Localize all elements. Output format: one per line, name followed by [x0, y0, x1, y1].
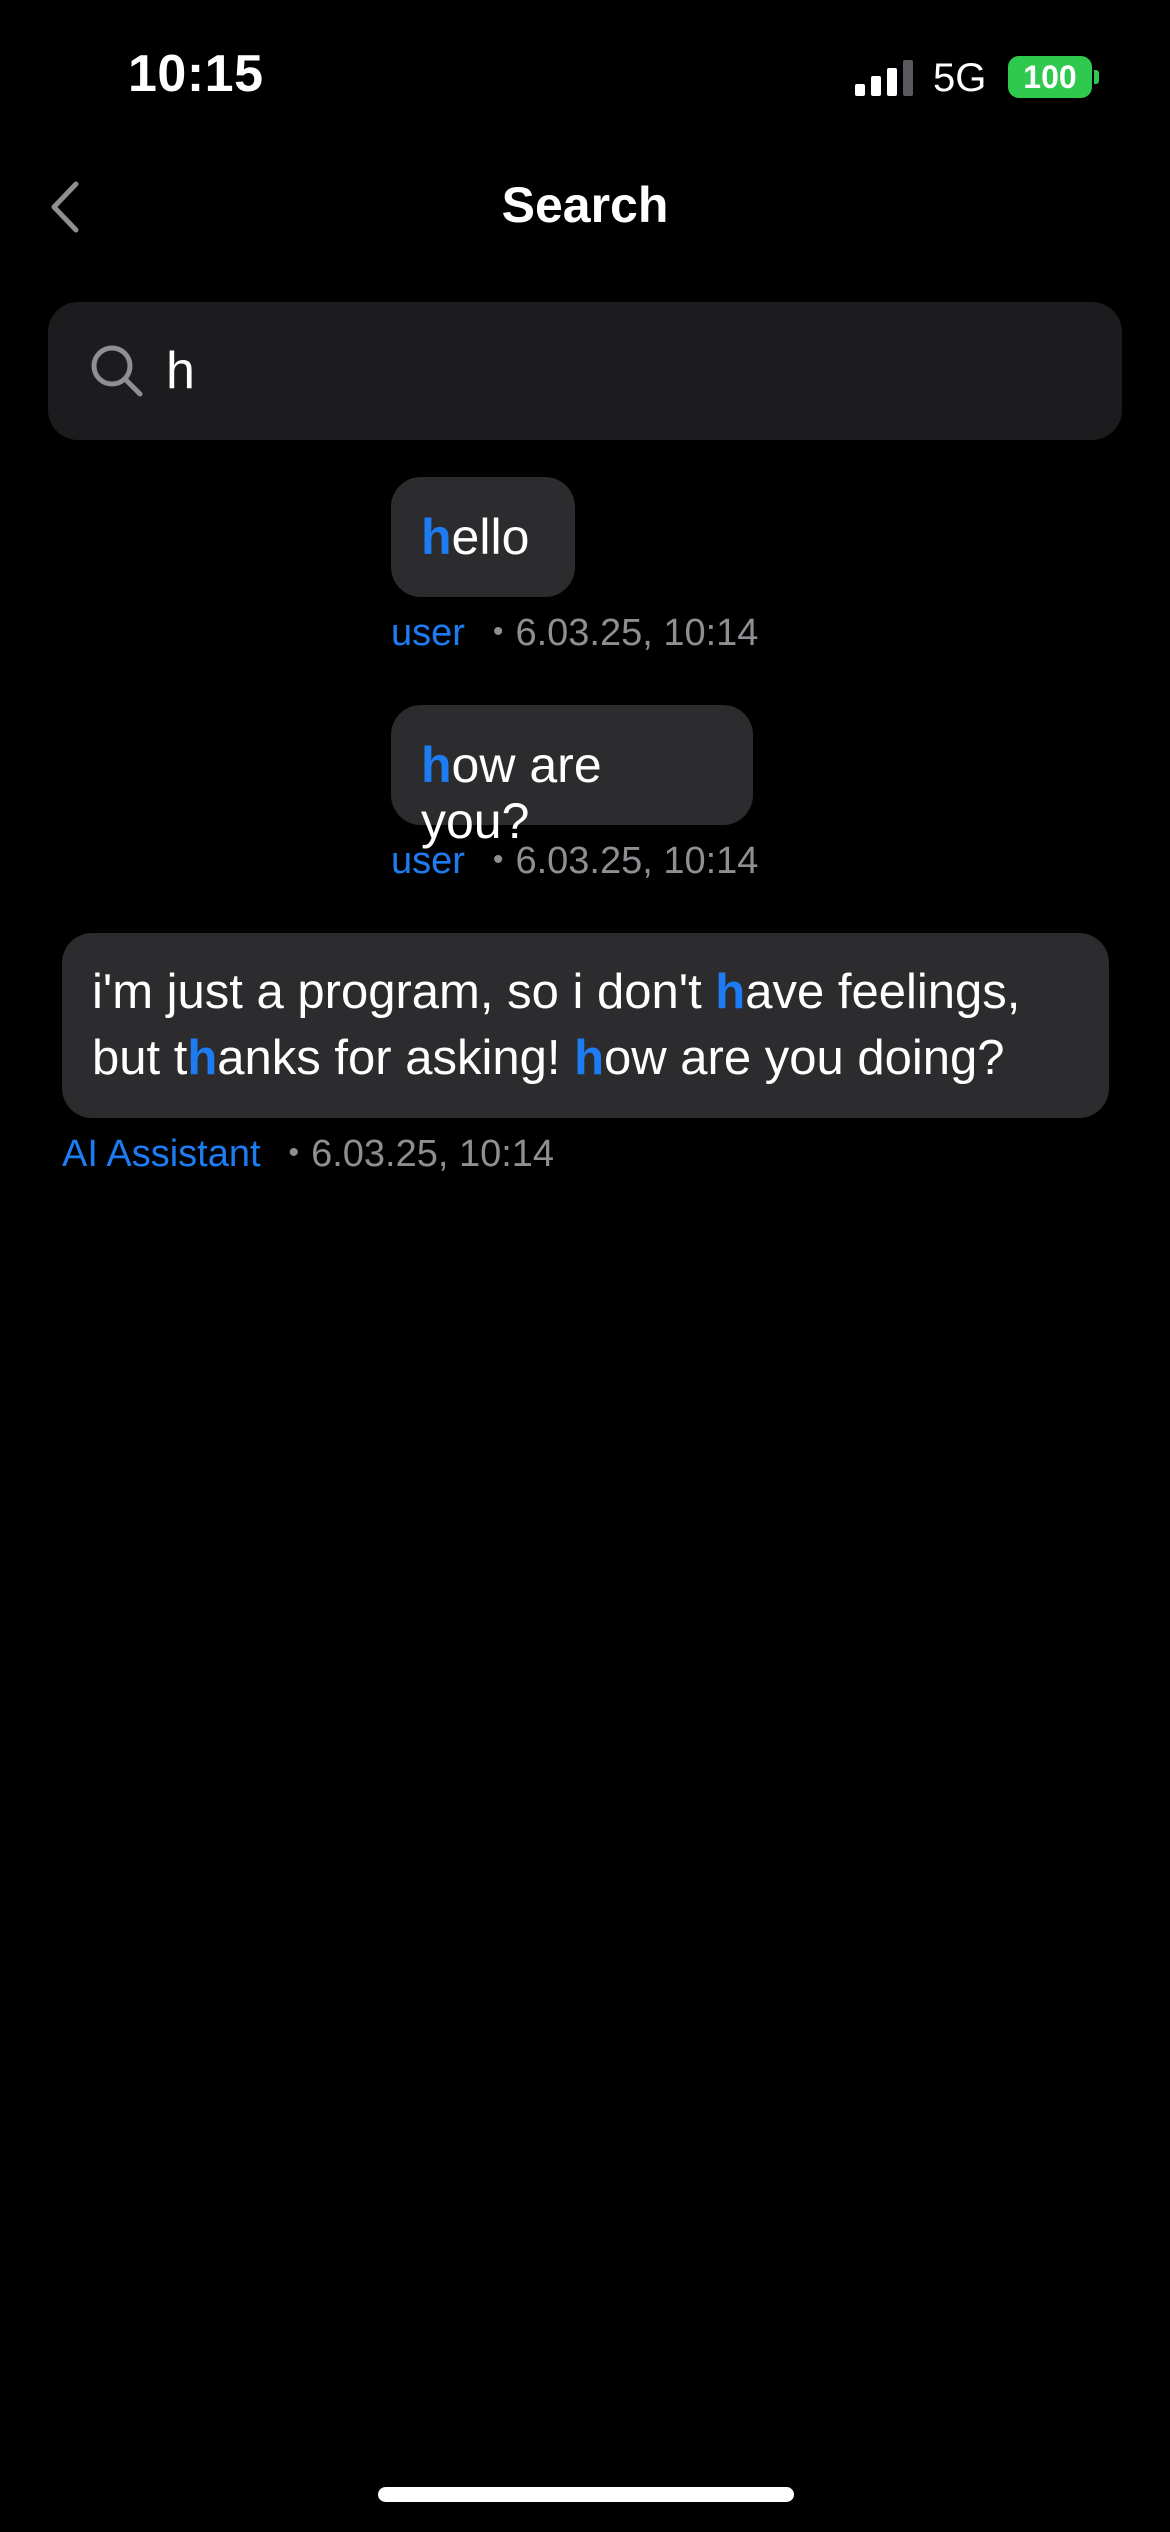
result-meta-2: user • 6.03.25, 10:14: [391, 840, 758, 883]
result-meta-1: user • 6.03.25, 10:14: [391, 612, 758, 655]
status-bar: 10:15 5G 100: [0, 0, 1170, 150]
magnifying-glass-icon: [91, 345, 143, 397]
battery-cap: [1094, 70, 1099, 84]
message-text: anks for asking!: [217, 1031, 575, 1085]
separator-dot: •: [492, 615, 504, 648]
timestamp: 6.03.25, 10:14: [515, 840, 759, 882]
status-time: 10:15: [128, 45, 264, 103]
cellular-signal-icon: [855, 60, 913, 96]
author-label: user: [391, 612, 465, 654]
match-highlight: h: [421, 737, 452, 793]
network-type-label: 5G: [933, 56, 987, 100]
match-highlight: h: [187, 1031, 218, 1085]
search-field[interactable]: [48, 302, 1122, 440]
result-bubble-3[interactable]: i'm just a program, so i don't have feel…: [62, 933, 1109, 1118]
separator-dot: •: [288, 1136, 300, 1169]
author-label: user: [391, 840, 465, 882]
result-bubble-1[interactable]: hello: [391, 477, 575, 597]
battery-icon: 100: [1008, 56, 1092, 98]
match-highlight: h: [574, 1031, 605, 1085]
separator-dot: •: [492, 843, 504, 876]
timestamp: 6.03.25, 10:14: [515, 612, 759, 654]
result-bubble-2[interactable]: how are you?: [391, 705, 753, 849]
message-text: ow are you doing?: [604, 1031, 1005, 1085]
timestamp: 6.03.25, 10:14: [311, 1133, 555, 1175]
page-title: Search: [501, 177, 669, 233]
match-highlight: h: [421, 509, 452, 565]
search-input[interactable]: [166, 330, 1086, 412]
author-label: AI Assistant: [62, 1133, 261, 1175]
message-text: ello: [451, 509, 530, 565]
match-highlight: h: [715, 965, 746, 1019]
result-meta-3: AI Assistant • 6.03.25, 10:14: [62, 1133, 554, 1176]
message-text: i'm just a program, so i don't: [92, 965, 716, 1019]
home-indicator[interactable]: [378, 2487, 794, 2502]
